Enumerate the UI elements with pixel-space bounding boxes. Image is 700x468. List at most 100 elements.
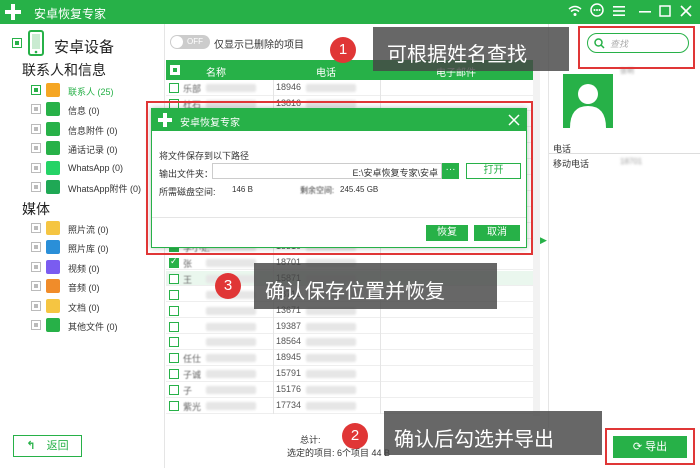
row-phone: 18946 [276,82,302,92]
category-checkbox[interactable] [31,143,41,154]
category-checkbox[interactable] [31,320,41,330]
document-icon [46,298,60,313]
row-name: 王 [183,274,193,285]
category-checkbox[interactable] [31,242,41,253]
call-log-icon [46,141,60,156]
wifi-icon[interactable] [566,3,584,21]
row-checkbox[interactable] [169,289,179,300]
back-arrow-icon: ↰ [26,440,36,452]
toggle-label: 仅显示已删除的项目 [214,40,304,51]
mobile-value: 18701 [620,157,643,166]
category-item[interactable]: 通话记录 (0) [68,143,118,156]
mobile-label: 移动电话 [553,159,590,169]
panel-collapse-icon[interactable]: ▶ [540,236,548,245]
audio-icon [46,279,60,294]
device-checkbox[interactable] [12,38,22,48]
category-item[interactable]: 照片库 (0) [68,242,109,255]
category-checkbox[interactable] [31,281,41,292]
header-phone[interactable]: 电话 [316,64,336,79]
category-checkbox[interactable] [31,162,41,173]
header-name[interactable]: 名称 [206,64,226,79]
row-checkbox[interactable] [169,385,179,396]
export-highlight [605,428,695,465]
category-item[interactable]: 视频 (0) [68,262,100,275]
row-phone: 19387 [276,320,302,331]
attachment-icon [46,121,60,136]
category-item[interactable]: 照片流 (0) [68,223,109,236]
avatar [563,74,613,128]
category-item[interactable]: 联系人 (25) [68,85,114,98]
table-row[interactable]: 18564 [166,334,533,350]
category-checkbox[interactable] [31,104,41,115]
row-checkbox[interactable] [169,321,179,332]
category-item[interactable]: 文档 (0) [68,301,100,314]
deleted-only-toggle[interactable]: OFF [170,35,210,49]
photo-library-icon [46,240,60,255]
row-phone: 15176 [276,384,302,395]
table-row[interactable]: 乐部 18946 [166,80,533,96]
row-phone: 18945 [276,352,302,363]
category-checkbox[interactable] [31,182,41,192]
contacts-icon [46,83,60,97]
row-name: 乐部 [183,84,202,94]
category-item[interactable]: 信息附件 (0) [68,124,118,137]
category-item[interactable]: 其他文件 (0) [68,320,118,333]
close-icon[interactable] [677,3,695,21]
callout-search-text: 可根据姓名查找 [387,44,527,66]
category-item[interactable]: 信息 (0) [68,104,100,117]
table-row[interactable]: 19387 [166,318,533,335]
category-checkbox[interactable] [31,85,41,95]
row-checkbox[interactable] [169,273,179,284]
category-checkbox[interactable] [31,223,41,233]
callout-export-text: 确认后勾选并导出 [394,429,554,451]
row-checkbox[interactable] [169,369,179,380]
row-name: 张 [183,258,193,269]
row-checkbox[interactable] [169,83,179,93]
category-item[interactable]: 音频 (0) [68,281,100,294]
minimize-icon[interactable] [636,3,654,21]
row-phone: 18564 [276,336,302,347]
callout-recover-text: 确认保存位置并恢复 [265,281,445,303]
select-all-checkbox[interactable] [170,65,180,75]
row-name: 子 [183,386,193,397]
photo-stream-icon [46,221,60,235]
row-phone: 15791 [276,368,302,379]
section-contacts-heading: 联系人和信息 [22,62,106,78]
row-name: 子诚 [183,370,202,381]
dialog-highlight [146,101,533,255]
feedback-icon[interactable] [588,3,606,21]
toggle-state: OFF [187,37,203,46]
back-button[interactable]: ↰ 返回 [13,435,82,457]
whatsapp-icon [46,160,60,175]
scrollbar[interactable] [533,60,540,416]
menu-icon[interactable] [610,3,628,21]
whatsapp-attachment-icon [46,180,60,194]
row-checkbox[interactable] [169,401,179,411]
message-icon [46,102,60,117]
callout-recover: 确认保存位置并恢复 [254,263,497,309]
category-item[interactable]: WhatsApp (0) [68,163,123,173]
video-icon [46,259,60,274]
maximize-icon[interactable] [656,3,674,21]
category-checkbox[interactable] [31,300,41,311]
row-checkbox[interactable] [169,256,179,268]
app-title: 安卓恢复专家 [34,7,107,21]
row-checkbox[interactable] [169,305,179,316]
row-checkbox[interactable] [169,337,179,348]
category-item[interactable]: WhatsApp附件 (0) [68,182,141,195]
callout-export: 确认后勾选并导出 [384,411,602,455]
other-files-icon [46,318,60,332]
summary-selected: 选定的项目: 6个项目 44 B [287,448,391,458]
row-phone: 17734 [276,400,302,410]
table-row[interactable]: 子 15176 [166,382,533,398]
row-checkbox[interactable] [169,353,179,364]
device-name: 安卓设备 [54,39,115,56]
category-checkbox[interactable] [31,261,41,272]
app-logo-icon [5,4,21,20]
summary-total: 总计: [300,435,321,445]
category-checkbox[interactable] [31,123,41,134]
table-row[interactable]: 任仕 18945 [166,350,533,366]
table-row[interactable]: 子诚 15791 [166,366,533,382]
phone-icon [28,30,44,56]
callout-badge-2: 2 [342,423,368,449]
